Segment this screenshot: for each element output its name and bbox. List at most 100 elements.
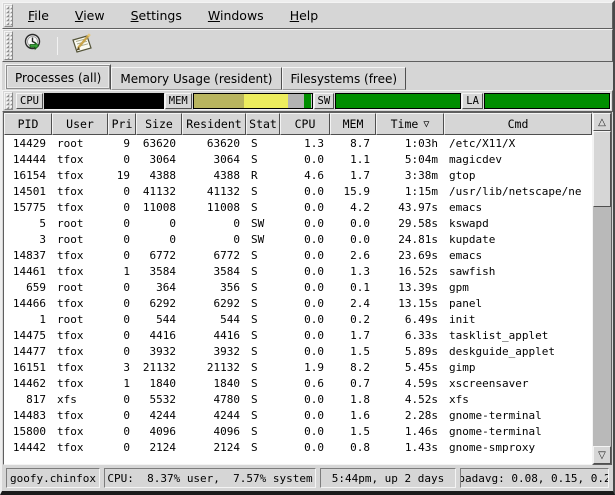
column-header-pid[interactable]: PID xyxy=(4,113,52,135)
table-row[interactable]: 14462tfox118401840S0.60.74.59sxscreensav… xyxy=(4,376,592,392)
monitor-bars: CPU MEM SW LA xyxy=(2,90,613,112)
table-row[interactable]: 14477tfox039323932S0.01.55.89sdeskguide_… xyxy=(4,344,592,360)
table-row[interactable]: 14461tfox135843584S0.01.316.52ssawfish xyxy=(4,264,592,280)
sw-label-button[interactable]: SW xyxy=(314,93,335,109)
menu-item-view[interactable]: View xyxy=(62,6,118,25)
cell-pri: 0 xyxy=(108,152,136,168)
column-header-cmd[interactable]: Cmd xyxy=(444,113,592,135)
menu-item-file[interactable]: File xyxy=(15,6,62,25)
table-row[interactable]: 16151tfox32113221132S1.98.25.45sgimp xyxy=(4,360,592,376)
menu-item-settings[interactable]: Settings xyxy=(118,6,195,25)
cell-cmd: kupdate xyxy=(444,232,592,248)
cell-cmd: emacs xyxy=(444,200,592,216)
cell-pri: 0 xyxy=(108,312,136,328)
table-row[interactable]: 5root000SW0.00.029.58skswapd xyxy=(4,216,592,232)
cell-pid: 1 xyxy=(4,312,52,328)
column-header-resident[interactable]: Resident xyxy=(182,113,246,135)
toolbar-drag-handle[interactable] xyxy=(4,31,13,60)
cell-size: 5532 xyxy=(136,392,182,408)
la-monitor: LA xyxy=(461,91,610,111)
mem-bar-segment xyxy=(304,94,311,108)
cell-pri: 0 xyxy=(108,392,136,408)
vertical-scrollbar[interactable]: △ ▽ xyxy=(592,112,612,465)
table-row[interactable]: 14444tfox030643064S0.01.15:04mmagicdev xyxy=(4,152,592,168)
scroll-down-button[interactable]: ▽ xyxy=(593,446,611,464)
table-row[interactable]: 1root0544544S0.00.26.49sinit xyxy=(4,312,592,328)
cell-cpu: 0.0 xyxy=(280,328,330,344)
scroll-up-button[interactable]: △ xyxy=(593,113,611,131)
cell-user: tfox xyxy=(52,360,108,376)
table-row[interactable]: 15800tfox040964096S0.01.51.46sgnome-term… xyxy=(4,424,592,440)
column-header-time[interactable]: Time▽ xyxy=(376,113,444,135)
table-row[interactable]: 14837tfox067726772S0.02.623.69semacs xyxy=(4,248,592,264)
cell-mem: 0.1 xyxy=(330,280,376,296)
cell-mem: 1.3 xyxy=(330,264,376,280)
table-row[interactable]: 14429root96362063620S1.38.71:03h/etc/X11… xyxy=(4,136,592,152)
table-row[interactable]: 3root000SW0.00.024.81skupdate xyxy=(4,232,592,248)
tab-memory[interactable]: Memory Usage (resident) xyxy=(111,67,281,90)
sw-usage-bar xyxy=(335,93,461,109)
clock-run-button[interactable] xyxy=(17,30,51,61)
table-row[interactable]: 15775tfox01100811008S0.04.243.97semacs xyxy=(4,200,592,216)
cell-cmd: magicdev xyxy=(444,152,592,168)
cell-cmd: gtop xyxy=(444,168,592,184)
column-header-cpu[interactable]: CPU xyxy=(280,113,330,135)
column-header-pri[interactable]: Pri xyxy=(108,113,136,135)
la-label-button[interactable]: LA xyxy=(462,93,483,109)
table-row[interactable]: 14475tfox044164416S0.01.76.33stasklist_a… xyxy=(4,328,592,344)
table-row[interactable]: 659root0364356S0.00.113.39sgpm xyxy=(4,280,592,296)
cell-pid: 14461 xyxy=(4,264,52,280)
cell-time: 6.49s xyxy=(376,312,444,328)
column-header-label: Pri xyxy=(112,117,133,131)
table-row[interactable]: 14442tfox021242124S0.00.81.43sgnome-smpr… xyxy=(4,440,592,456)
cell-cmd: gpm xyxy=(444,280,592,296)
table-row[interactable]: 14466tfox062926292S0.02.413.15spanel xyxy=(4,296,592,312)
cell-resident: 0 xyxy=(182,216,246,232)
mem-label-button[interactable]: MEM xyxy=(165,93,192,109)
edit-note-button[interactable] xyxy=(64,30,100,61)
table-row[interactable]: 16154tfox1943884388R4.61.73:38mgtop xyxy=(4,168,592,184)
cell-user: root xyxy=(52,216,108,232)
cell-mem: 15.9 xyxy=(330,184,376,200)
cell-time: 3:38m xyxy=(376,168,444,184)
menubar-drag-handle[interactable] xyxy=(4,4,13,27)
cell-pri: 3 xyxy=(108,360,136,376)
cell-stat: S xyxy=(246,248,280,264)
cell-cpu: 0.0 xyxy=(280,424,330,440)
cell-pri: 0 xyxy=(108,296,136,312)
menu-item-help[interactable]: Help xyxy=(277,6,332,25)
cell-size: 3064 xyxy=(136,152,182,168)
scrollbar-trough[interactable] xyxy=(593,131,611,446)
cpu-label-button[interactable]: CPU xyxy=(16,93,43,109)
cell-time: 1:03h xyxy=(376,136,444,152)
bars-drag-handle[interactable] xyxy=(4,92,13,110)
cell-mem: 1.5 xyxy=(330,424,376,440)
column-header-mem[interactable]: MEM xyxy=(330,113,376,135)
tab-filesystems[interactable]: Filesystems (free) xyxy=(282,67,407,90)
cell-size: 1840 xyxy=(136,376,182,392)
column-header-size[interactable]: Size xyxy=(136,113,182,135)
column-header-label: CPU xyxy=(295,117,316,131)
column-header-label: Stat xyxy=(249,117,277,131)
tab-processes[interactable]: Processes (all) xyxy=(5,64,111,90)
cell-time: 43.97s xyxy=(376,200,444,216)
table-row[interactable]: 817xfs055324780S0.01.84.52sxfs xyxy=(4,392,592,408)
cell-stat: S xyxy=(246,264,280,280)
cell-cpu: 0.6 xyxy=(280,376,330,392)
table-row[interactable]: 14483tfox042444244S0.01.62.28sgnome-term… xyxy=(4,408,592,424)
cell-pri: 0 xyxy=(108,184,136,200)
column-header-stat[interactable]: Stat xyxy=(246,113,280,135)
menu-item-windows[interactable]: Windows xyxy=(195,6,277,25)
cell-stat: SW xyxy=(246,216,280,232)
cell-size: 4388 xyxy=(136,168,182,184)
cell-mem: 4.2 xyxy=(330,200,376,216)
scrollbar-thumb[interactable] xyxy=(593,131,611,207)
column-header-user[interactable]: User xyxy=(52,113,108,135)
cell-stat: S xyxy=(246,312,280,328)
table-row[interactable]: 14501tfox04113241132S0.015.91:15m/usr/li… xyxy=(4,184,592,200)
cell-user: root xyxy=(52,136,108,152)
cell-pri: 1 xyxy=(108,376,136,392)
cpu-usage-panel: CPU: 8.37% user, 7.57% system xyxy=(104,468,316,488)
cell-user: tfox xyxy=(52,408,108,424)
cell-pid: 14444 xyxy=(4,152,52,168)
